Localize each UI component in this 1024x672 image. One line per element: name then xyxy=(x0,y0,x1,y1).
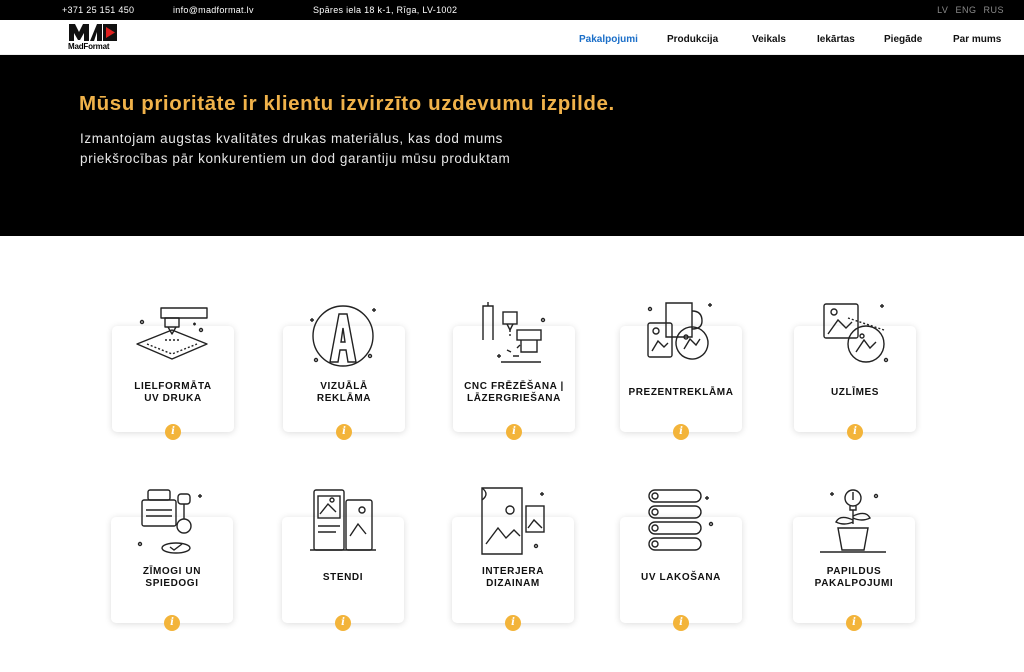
service-title-line2: LĀZERGRIEŠANA xyxy=(467,393,561,404)
uv-printer-icon xyxy=(135,302,209,374)
service-title: INTERJERA xyxy=(481,566,545,577)
service-title: STENDI xyxy=(322,572,364,583)
info-icon[interactable]: i xyxy=(335,615,351,631)
address-text: Spāres iela 18 k-1, Rīga, LV-1002 xyxy=(313,5,458,15)
lang-lv[interactable]: LV xyxy=(937,5,948,15)
info-icon[interactable]: i xyxy=(847,424,863,440)
service-title-line2: SPIEDOGI xyxy=(145,578,199,589)
nav-produkcija[interactable]: Produkcija xyxy=(667,34,718,45)
cnc-laser-icon xyxy=(477,300,551,372)
service-title: ZĪMOGI UN xyxy=(142,566,202,577)
uv-varnish-icon xyxy=(643,484,717,556)
service-title: PAPILDUS xyxy=(826,566,882,577)
info-icon[interactable]: i xyxy=(164,615,180,631)
info-icon[interactable]: i xyxy=(846,615,862,631)
nav-iekartas[interactable]: Iekārtas xyxy=(817,34,855,45)
hero-banner: Mūsu prioritāte ir klientu izvirzīto uzd… xyxy=(0,55,1024,236)
lang-rus[interactable]: RUS xyxy=(983,5,1004,15)
stickers-icon xyxy=(818,300,892,372)
service-title-line2: UV DRUKA xyxy=(144,393,202,404)
language-switcher: LV ENG RUS xyxy=(933,5,1004,15)
top-bar: +371 25 151 450 info@madformat.lv Spāres… xyxy=(0,0,1024,20)
info-icon[interactable]: i xyxy=(336,424,352,440)
nav-pakalpojumi[interactable]: Pakalpojumi xyxy=(579,34,638,45)
service-title: UV LAKOŠANA xyxy=(641,572,721,583)
lang-eng[interactable]: ENG xyxy=(955,5,976,15)
stands-icon xyxy=(306,484,380,556)
promo-items-icon xyxy=(644,299,718,371)
service-title: PREZENTREKLĀMA xyxy=(628,387,734,398)
logo-wordmark: MadFormat xyxy=(68,42,110,51)
phone-link[interactable]: +371 25 151 450 xyxy=(62,5,134,15)
extra-services-icon xyxy=(816,484,890,556)
info-icon[interactable]: i xyxy=(673,615,689,631)
service-title-line2: DIZAINAM xyxy=(486,578,540,589)
email-link[interactable]: info@madformat.lv xyxy=(173,5,254,15)
interior-print-icon xyxy=(476,484,550,556)
main-navbar: MadFormat Pakalpojumi Produkcija Veikals… xyxy=(0,20,1024,55)
info-icon[interactable]: i xyxy=(673,424,689,440)
service-title: UZLĪMES xyxy=(830,387,880,398)
nav-piegade[interactable]: Piegāde xyxy=(884,34,922,45)
nav-par-mums[interactable]: Par mums xyxy=(953,34,1001,45)
service-title: VIZUĀLĀ xyxy=(320,381,368,392)
hero-title: Mūsu prioritāte ir klientu izvirzīto uzd… xyxy=(79,92,615,115)
service-title: CNC FRĒZĒŠANA | xyxy=(464,381,564,392)
service-title: LIELFORMĀTA xyxy=(134,381,212,392)
logo-mark-icon xyxy=(69,24,117,41)
service-title-line2: PAKALPOJUMI xyxy=(814,578,894,589)
hero-text: Izmantojam augstas kvalitātes drukas mat… xyxy=(80,131,511,166)
service-title-line2: REKLĀMA xyxy=(316,393,372,404)
brand-logo[interactable]: MadFormat xyxy=(68,24,118,52)
info-icon[interactable]: i xyxy=(165,424,181,440)
visual-letter-icon xyxy=(306,300,380,372)
stamp-icon xyxy=(134,486,208,558)
nav-veikals[interactable]: Veikals xyxy=(752,34,786,45)
info-icon[interactable]: i xyxy=(505,615,521,631)
info-icon[interactable]: i xyxy=(506,424,522,440)
